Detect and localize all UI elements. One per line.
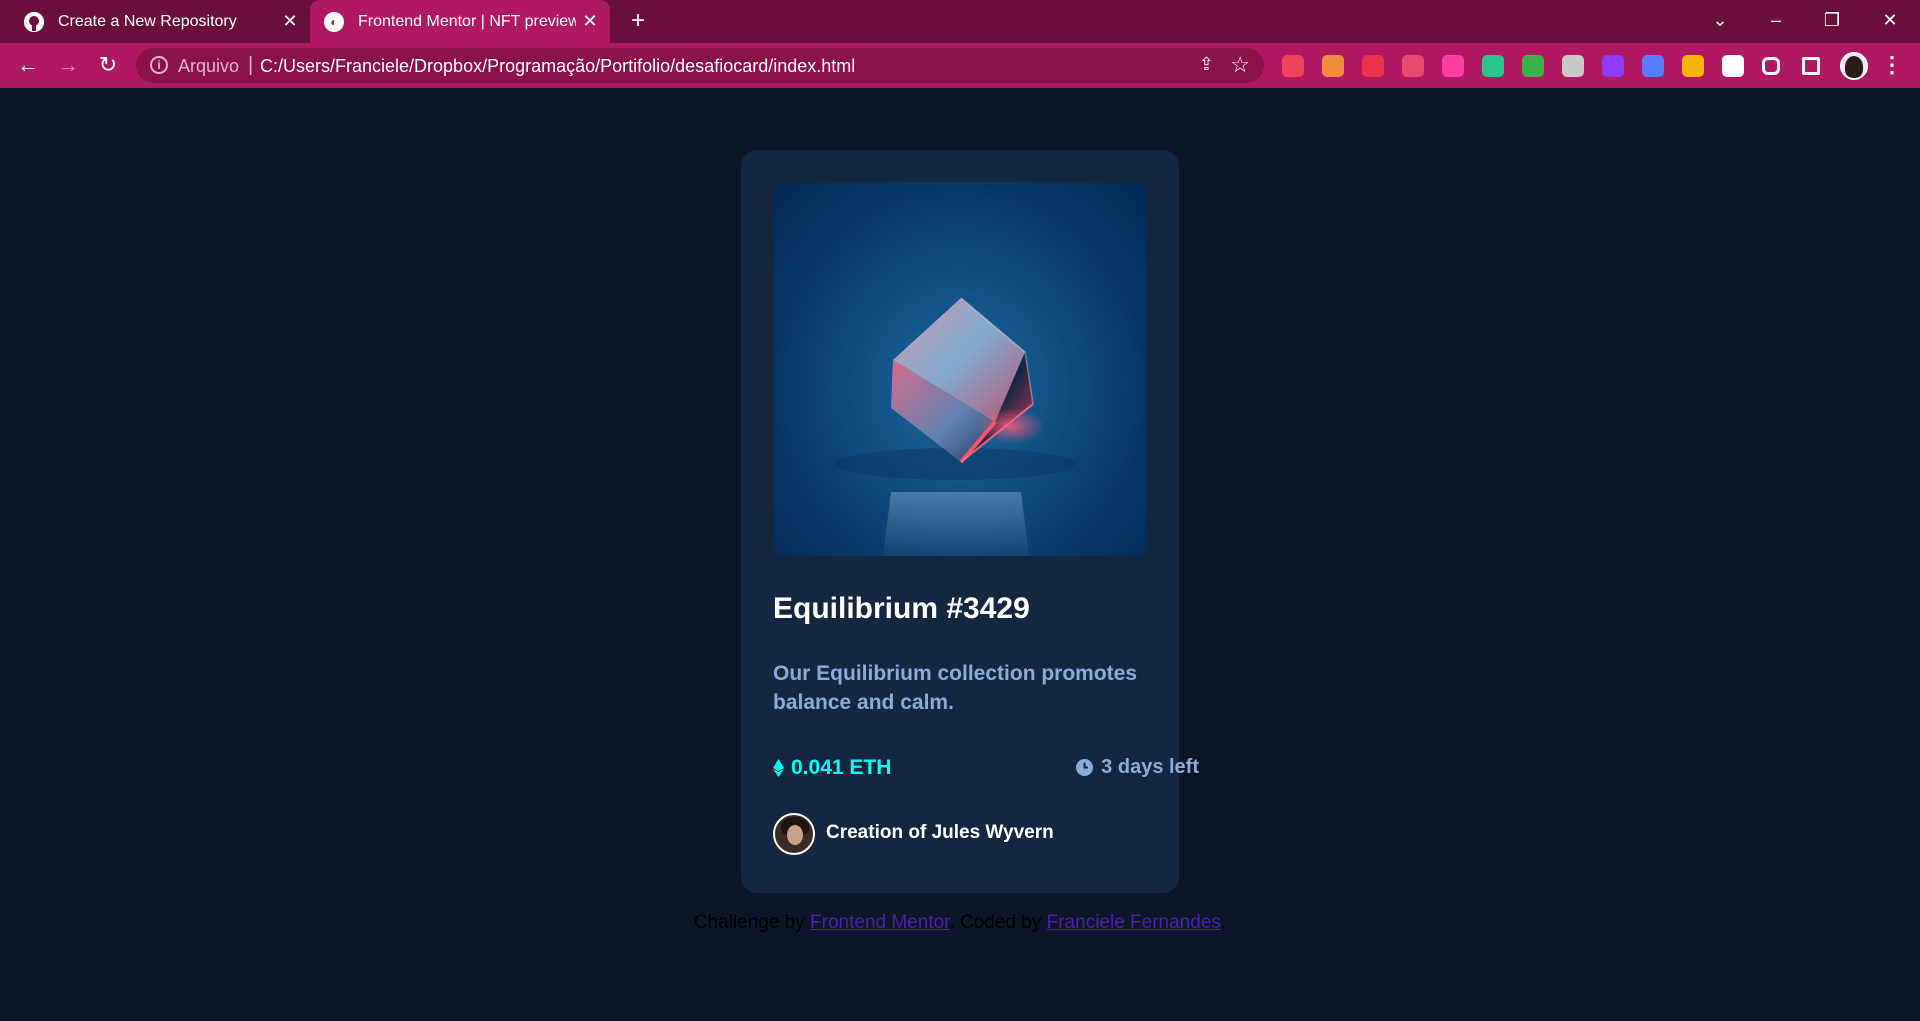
close-tab-icon[interactable]: ✕ <box>276 11 304 32</box>
extension-table-icon[interactable] <box>1722 55 1744 77</box>
attribution: Challenge by Frontend Mentor. Coded by F… <box>0 912 1920 934</box>
close-window-icon[interactable]: ✕ <box>1862 0 1918 43</box>
creator-name[interactable]: Jules Wyvern <box>932 822 1054 843</box>
frontend-mentor-link[interactable]: Frontend Mentor <box>810 912 949 933</box>
nft-description: Our Equilibrium collection promotes bala… <box>773 662 1138 714</box>
browser-toolbar: ← → ↻ i Arquivo | C:/Users/Franciele/Dro… <box>0 43 1920 88</box>
extension-gear-icon[interactable] <box>1562 55 1584 77</box>
tab-strip: Create a New Repository ✕ ◐ Frontend Men… <box>0 0 1920 43</box>
forward-arrow-icon[interactable]: → <box>52 50 84 82</box>
profile-avatar[interactable] <box>1840 52 1868 80</box>
price-value: 0.041 ETH <box>791 756 892 779</box>
tab-create-repository[interactable]: Create a New Repository ✕ <box>10 0 310 43</box>
info-icon[interactable]: i <box>150 56 168 74</box>
minimize-icon[interactable]: – <box>1748 0 1804 43</box>
address-bar[interactable]: i Arquivo | C:/Users/Franciele/Dropbox/P… <box>136 48 1264 83</box>
address-url[interactable]: C:/Users/Franciele/Dropbox/Programação/P… <box>260 56 855 77</box>
extension-eyedropper-icon[interactable] <box>1442 55 1464 77</box>
time-left-value: 3 days left <box>1101 756 1199 778</box>
ethereum-icon <box>773 759 784 777</box>
menu-kebab-icon[interactable]: ⋮ <box>1880 50 1904 82</box>
creator-prefix: Creation of <box>826 822 927 843</box>
extension-flower-icon[interactable] <box>1642 55 1664 77</box>
clock-icon <box>1076 759 1094 776</box>
nft-title[interactable]: Equilibrium #3429 <box>773 592 1030 626</box>
bookmark-star-icon[interactable]: ☆ <box>1230 52 1250 78</box>
nft-card: Equilibrium #3429 Our Equilibrium collec… <box>741 150 1199 893</box>
tab-search-chevron-icon[interactable]: ⌄ <box>1692 0 1748 43</box>
extension-fox-icon[interactable] <box>1322 55 1344 77</box>
extension-m-icon[interactable] <box>1362 55 1384 77</box>
extension-chat-icon[interactable] <box>1402 55 1424 77</box>
address-separator: | <box>248 54 254 76</box>
attribution-prefix: Challenge by <box>693 912 811 933</box>
author-link[interactable]: Franciele Fernandes <box>1047 912 1221 933</box>
restore-icon[interactable]: ❐ <box>1804 0 1860 43</box>
close-tab-icon[interactable]: ✕ <box>576 11 604 32</box>
share-icon[interactable]: ⇪ <box>1199 54 1214 75</box>
back-arrow-icon[interactable]: ← <box>12 50 44 82</box>
nft-price: 0.041 ETH <box>773 756 891 780</box>
tab-title: Frontend Mentor | NFT preview c <box>358 12 576 30</box>
extension-stack-icon[interactable] <box>1522 55 1544 77</box>
equilibrium-cube-image <box>835 297 1075 556</box>
nft-time-left: 3 days left <box>1076 756 1199 779</box>
frontend-mentor-icon: ◐ <box>324 11 344 32</box>
extension-gift-icon[interactable] <box>1282 55 1304 77</box>
creator-line: Creation of Jules Wyvern <box>826 822 1054 844</box>
reload-icon[interactable]: ↻ <box>92 50 124 82</box>
extension-w-icon[interactable] <box>1682 55 1704 77</box>
attribution-middle: . Coded by <box>949 912 1047 933</box>
tab-title: Create a New Repository <box>58 12 237 30</box>
address-scheme-label: Arquivo <box>178 56 240 76</box>
extension-video-icon[interactable] <box>1602 55 1624 77</box>
extension-bird-icon[interactable] <box>1482 55 1504 77</box>
nft-image[interactable] <box>773 182 1147 556</box>
side-panel-icon[interactable] <box>1802 57 1820 75</box>
new-tab-plus-icon[interactable]: + <box>624 8 652 36</box>
extensions-puzzle-icon[interactable] <box>1762 57 1780 75</box>
tab-frontend-mentor[interactable]: ◐ Frontend Mentor | NFT preview c ✕ <box>310 0 610 43</box>
github-icon <box>24 11 44 32</box>
creator-avatar <box>773 813 815 855</box>
attribution-suffix: . <box>1220 912 1227 933</box>
